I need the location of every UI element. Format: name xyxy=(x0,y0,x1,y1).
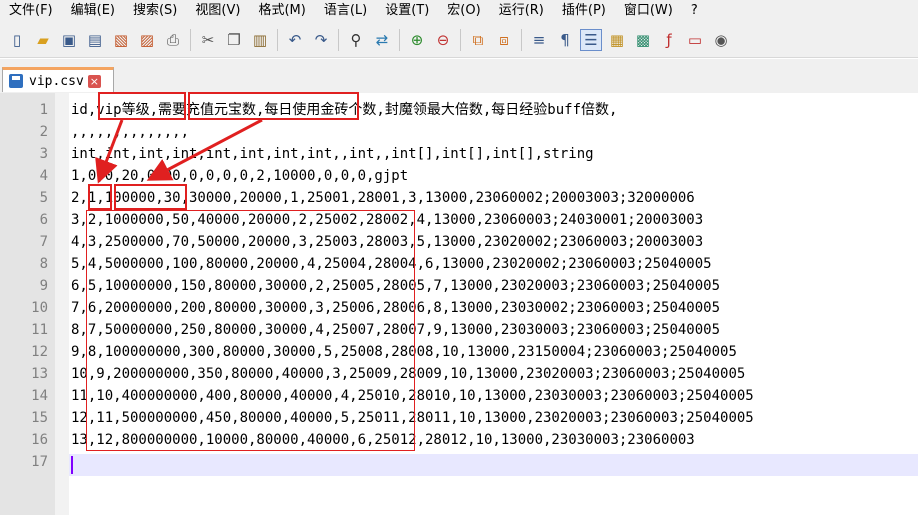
sync-h-icon[interactable]: ⧈ xyxy=(493,29,515,51)
fold-margin xyxy=(55,93,69,515)
line-number: 7 xyxy=(39,234,48,250)
line-number: 16 xyxy=(31,432,48,448)
menu-edit[interactable]: 编辑(E) xyxy=(62,0,124,22)
toolbar-separator xyxy=(190,28,191,51)
menu-bar: 文件(F) 编辑(E) 搜索(S) 视图(V) 格式(M) 语言(L) 设置(T… xyxy=(0,0,918,22)
save-state-icon xyxy=(9,74,23,88)
cut-icon[interactable]: ✂ xyxy=(197,29,219,51)
menu-help[interactable]: ? xyxy=(682,0,707,22)
close-icon[interactable]: ▧ xyxy=(110,29,132,51)
line-number: 1 xyxy=(39,102,48,118)
function-list-icon[interactable]: ƒ xyxy=(658,29,680,51)
line-number: 9 xyxy=(39,278,48,294)
menu-view[interactable]: 视图(V) xyxy=(186,0,249,22)
tab-bar: vip.csv × xyxy=(0,59,918,93)
menu-settings[interactable]: 设置(T) xyxy=(376,0,438,22)
word-wrap-icon[interactable]: ≡ xyxy=(528,29,550,51)
undo-icon[interactable]: ↶ xyxy=(284,29,306,51)
annotation-box-recharge-value xyxy=(114,184,187,210)
zoom-out-icon[interactable]: ⊖ xyxy=(432,29,454,51)
annotation-box-recharge-header xyxy=(188,92,359,120)
menu-format[interactable]: 格式(M) xyxy=(249,0,314,22)
line-number: 14 xyxy=(31,388,48,404)
line-number: 12 xyxy=(31,344,48,360)
zoom-in-icon[interactable]: ⊕ xyxy=(406,29,428,51)
toolbar-separator xyxy=(338,28,339,51)
sync-v-icon[interactable]: ⧉ xyxy=(467,29,489,51)
menu-run[interactable]: 运行(R) xyxy=(490,0,553,22)
toolbar-separator xyxy=(521,28,522,51)
menu-file[interactable]: 文件(F) xyxy=(0,0,62,22)
menu-plugins[interactable]: 插件(P) xyxy=(553,0,615,22)
save-icon[interactable]: ▣ xyxy=(58,29,80,51)
code-line: int,int,int,int,int,int,int,int,,int,,in… xyxy=(71,146,594,162)
menu-language[interactable]: 语言(L) xyxy=(315,0,376,22)
close-all-icon[interactable]: ▨ xyxy=(136,29,158,51)
save-all-icon[interactable]: ▤ xyxy=(84,29,106,51)
line-number: 3 xyxy=(39,146,48,162)
close-tab-icon[interactable]: × xyxy=(87,74,101,88)
line-number: 8 xyxy=(39,256,48,272)
toolbar-separator xyxy=(460,28,461,51)
annotation-box-vip-value xyxy=(88,184,112,210)
line-number: 4 xyxy=(39,168,48,184)
show-all-chars-icon[interactable]: ¶ xyxy=(554,29,576,51)
folder-workspace-icon[interactable]: ▭ xyxy=(684,29,706,51)
replace-icon[interactable]: ⇄ xyxy=(371,29,393,51)
toolbar-separator xyxy=(277,28,278,51)
tab-label: vip.csv xyxy=(29,73,84,89)
menu-search[interactable]: 搜索(S) xyxy=(124,0,186,22)
redo-icon[interactable]: ↷ xyxy=(310,29,332,51)
line-number: 17 xyxy=(31,454,48,470)
line-number: 10 xyxy=(31,300,48,316)
line-number: 13 xyxy=(31,366,48,382)
udl-icon[interactable]: ▦ xyxy=(606,29,628,51)
line-number: 5 xyxy=(39,190,48,206)
doc-map-icon[interactable]: ▩ xyxy=(632,29,654,51)
menu-window[interactable]: 窗口(W) xyxy=(615,0,682,22)
new-file-icon[interactable]: ▯ xyxy=(6,29,28,51)
text-caret xyxy=(71,456,73,474)
print-icon[interactable]: ⎙ xyxy=(162,29,184,51)
find-icon[interactable]: ⚲ xyxy=(345,29,367,51)
annotation-box-vip-level-header xyxy=(98,92,186,120)
code-line: ,,,,,,,,,,,,,, xyxy=(71,124,190,140)
toolbar-separator xyxy=(399,28,400,51)
line-number: 11 xyxy=(31,322,48,338)
copy-icon[interactable]: ❐ xyxy=(223,29,245,51)
annotation-box-column-region xyxy=(86,210,415,451)
current-line-highlight xyxy=(69,454,918,476)
open-file-icon[interactable]: ▰ xyxy=(32,29,54,51)
line-number: 2 xyxy=(39,124,48,140)
toolbar: ▯ ▰ ▣ ▤ ▧ ▨ ⎙ ✂ ❐ ▥ ↶ ↷ ⚲ ⇄ ⊕ ⊖ ⧉ ⧈ ≡ ¶ … xyxy=(0,22,918,58)
paste-icon[interactable]: ▥ xyxy=(249,29,271,51)
monitor-icon[interactable]: ◉ xyxy=(710,29,732,51)
line-number: 6 xyxy=(39,212,48,228)
indent-guide-icon[interactable]: ☰ xyxy=(580,28,602,51)
line-number: 15 xyxy=(31,410,48,426)
menu-macro[interactable]: 宏(O) xyxy=(438,0,489,22)
tab-vip-csv[interactable]: vip.csv × xyxy=(2,67,114,92)
